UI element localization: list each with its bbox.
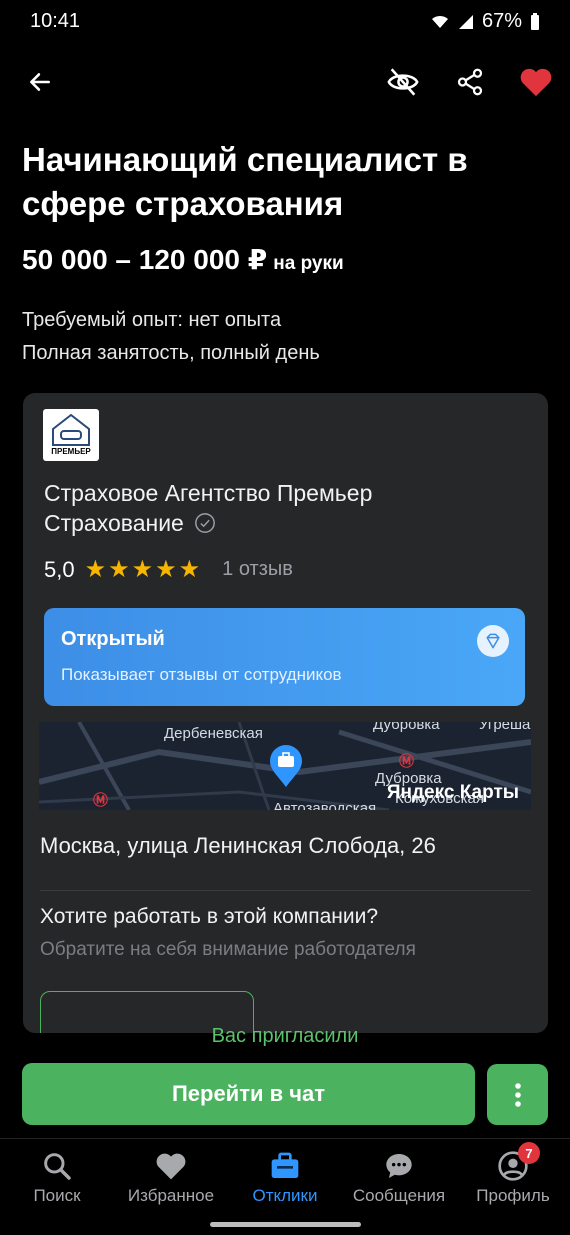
company-map[interactable]: Дербеневская Дубровка Угреша Дубровка Ко…	[39, 722, 531, 810]
vacancy-title: Начинающий специалист в сфере страховани…	[22, 141, 468, 222]
reviews-count: 1 отзыв	[222, 558, 293, 580]
company-rating[interactable]: 5,0 ★★★★★ 1 отзыв	[44, 555, 293, 584]
diamond-icon	[477, 625, 509, 657]
map-label: Автозаводская	[273, 800, 377, 810]
divider	[40, 890, 531, 891]
nav-separator	[0, 1138, 570, 1139]
arrow-left-icon	[30, 73, 50, 91]
map-label: Дербеневская	[164, 725, 263, 742]
nav-label: Сообщения	[352, 1186, 446, 1205]
salary-note: на руки	[273, 253, 344, 274]
rating-value: 5,0	[44, 556, 75, 582]
bottom-navigation: Поиск Избранное Отклики Сообщения Профил…	[0, 1140, 570, 1210]
company-name-link[interactable]: Страховое Агентство Премьер Страхование	[44, 478, 504, 538]
salary-range: 50 000 – 120 000 ₽	[22, 244, 268, 275]
chat-icon	[386, 1154, 412, 1178]
more-options-button[interactable]	[487, 1064, 548, 1125]
rating-stars-icon: ★★★★★	[84, 556, 203, 583]
metro-icon: Ⓜ	[399, 753, 415, 770]
search-icon	[44, 1153, 71, 1180]
signal-icon	[458, 14, 473, 29]
favorite-button[interactable]	[516, 62, 556, 102]
nav-item-search[interactable]: Поиск	[0, 1140, 114, 1210]
status-time: 10:41	[30, 10, 81, 32]
nav-item-profile[interactable]: Профиль 7	[456, 1140, 570, 1210]
nav-item-responses[interactable]: Отклики	[228, 1140, 342, 1210]
notification-badge: 7	[518, 1142, 540, 1164]
nav-label: Профиль	[476, 1186, 550, 1205]
map-label: Дубровка	[373, 722, 440, 733]
hide-vacancy-button[interactable]	[383, 62, 423, 102]
salary: 50 000 – 120 000 ₽ на руки	[22, 243, 344, 276]
nav-label: Поиск	[33, 1186, 81, 1205]
invite-status: Вас пригласили	[211, 1025, 359, 1047]
battery-percent: 67%	[481, 10, 522, 32]
map-brand: Яндекс Карты	[386, 782, 519, 803]
back-button[interactable]	[22, 64, 58, 100]
company-card: ПРЕМЬЕР Страховое Агентство Премьер Стра…	[23, 393, 548, 1033]
employment-text: Полная занятость, полный день	[22, 342, 320, 364]
logo-text: ПРЕМЬЕР	[51, 447, 91, 456]
car-house-logo-icon	[52, 413, 90, 446]
cta-question: Хотите работать в этой компании?	[40, 905, 379, 928]
nav-label: Отклики	[252, 1186, 318, 1205]
go-to-chat-button[interactable]: Перейти в чат	[22, 1063, 475, 1125]
share-button[interactable]	[450, 62, 490, 102]
status-indicators: 67%	[430, 10, 540, 33]
more-vertical-icon	[514, 1082, 521, 1107]
map-label: Угреша	[479, 722, 531, 733]
company-logo[interactable]: ПРЕМЬЕР	[43, 409, 99, 461]
badge-title: Открытый	[61, 628, 165, 650]
eye-off-icon	[387, 68, 419, 96]
experience-text: Требуемый опыт: нет опыта	[22, 309, 282, 331]
cta-subtitle: Обратите на себя внимание работодателя	[40, 939, 416, 960]
metro-icon: Ⓜ	[93, 792, 109, 809]
badge-subtitle: Показывает отзывы от сотрудников	[61, 665, 342, 684]
battery-icon	[531, 12, 539, 30]
wifi-icon	[431, 15, 448, 28]
share-icon	[457, 68, 483, 96]
verified-check-icon	[195, 513, 216, 533]
heart-icon	[520, 68, 552, 97]
open-company-badge[interactable]: Открытый Показывает отзывы от сотруднико…	[44, 608, 525, 706]
nav-label: Избранное	[127, 1186, 215, 1205]
company-address: Москва, улица Ленинская Слобода, 26	[40, 833, 436, 858]
home-indicator[interactable]	[210, 1222, 361, 1227]
briefcase-icon	[271, 1152, 299, 1178]
nav-item-messages[interactable]: Сообщения	[342, 1140, 456, 1210]
location-pin-icon	[268, 744, 304, 793]
heart-icon	[156, 1153, 186, 1180]
nav-item-favorites[interactable]: Избранное	[114, 1140, 228, 1210]
